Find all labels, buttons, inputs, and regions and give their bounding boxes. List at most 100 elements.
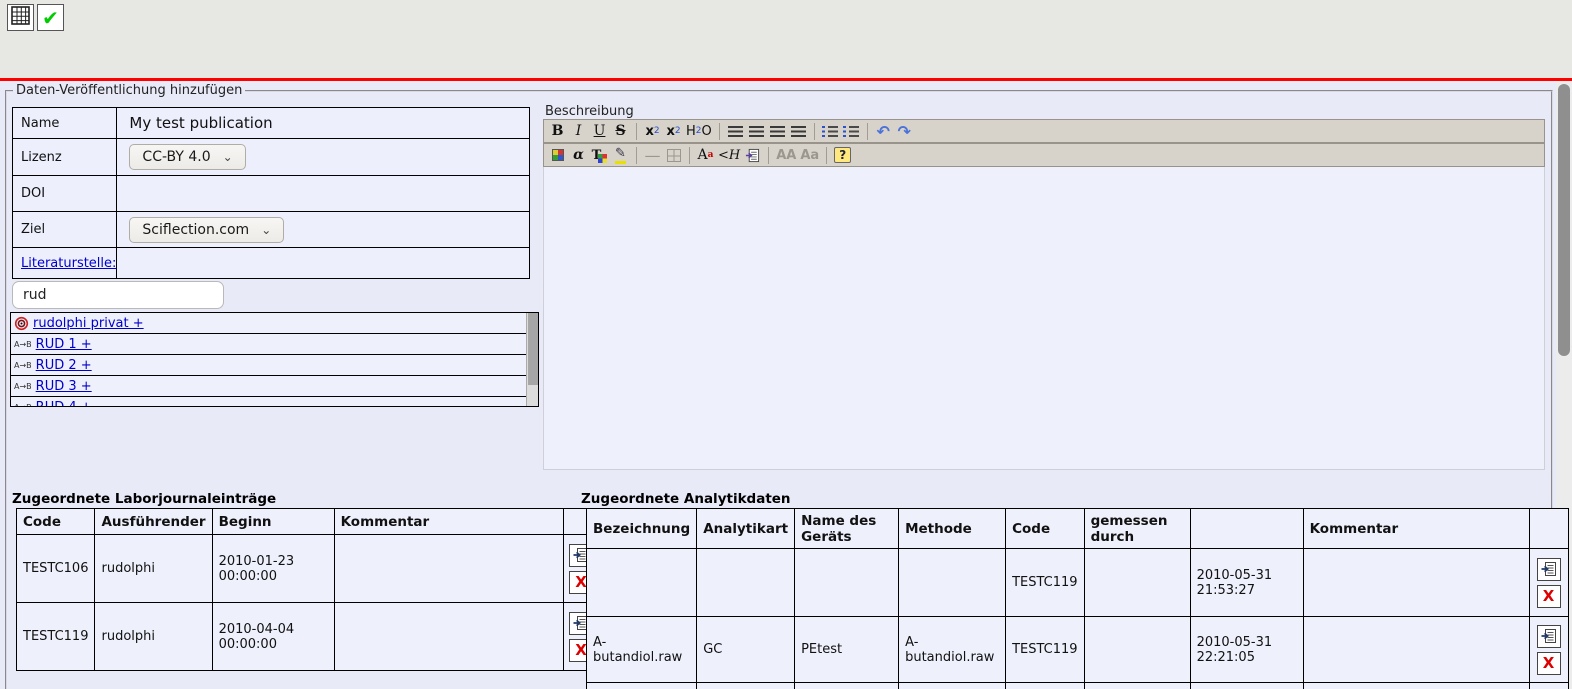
cell-geraet: PEtest (795, 617, 899, 683)
delete-button[interactable]: X (1537, 585, 1561, 608)
html-source-icon[interactable]: <H (716, 145, 742, 166)
toolbar-separator (826, 147, 827, 164)
cell-bezeichnung: A-butandiol.raw (587, 617, 697, 683)
toolbar-separator (814, 123, 815, 140)
cell-ausfuehrender: rudolphi (95, 535, 212, 603)
list-item[interactable]: A→B RUD 4 + (11, 397, 526, 406)
superscript-icon[interactable]: x2 (663, 121, 684, 142)
cell-code: TESTC119 (1006, 549, 1084, 617)
insert-symbol-icon[interactable] (547, 145, 568, 166)
suggestion-scrollbar-thumb[interactable] (528, 313, 538, 385)
name-value: My test publication (129, 114, 272, 132)
redo-icon[interactable]: ↷ (894, 121, 915, 142)
cell-analytikart: GC (697, 617, 795, 683)
spreadsheet-grid-icon (11, 6, 30, 29)
suggestion-scrollbar[interactable] (526, 313, 538, 406)
ziel-selected-value: Sciflection.com (142, 222, 249, 238)
suggestion-link[interactable]: RUD 2 + (36, 358, 92, 373)
suggestion-link[interactable]: rudolphi privat + (33, 316, 144, 331)
publication-form-table: Name My test publication Lizenz CC-BY 4.… (12, 107, 530, 279)
highlighter-icon[interactable]: ✎ (610, 145, 631, 166)
cell-gemessen (1084, 549, 1190, 617)
list-item[interactable]: A→B RUD 2 + (11, 355, 526, 376)
open-entry-button[interactable] (1537, 558, 1561, 581)
toolbar-separator (636, 123, 637, 140)
cell-kommentar (1303, 617, 1529, 683)
col-header (1529, 509, 1568, 549)
analytics-table: Bezeichnung Analytikart Name des Geräts … (586, 508, 1569, 689)
delete-button[interactable]: X (1537, 652, 1561, 675)
align-left-icon[interactable] (725, 121, 746, 142)
literaturstelle-link[interactable]: Literaturstelle: (21, 256, 116, 271)
bold-icon[interactable]: B (547, 121, 568, 142)
lizenz-label: Lizenz (13, 139, 117, 176)
list-item[interactable]: A→B RUD 1 + (11, 334, 526, 355)
cell-analytikart (697, 549, 795, 617)
open-entry-icon (1541, 561, 1557, 577)
open-entry-button[interactable] (1537, 625, 1561, 648)
undo-icon[interactable]: ↶ (873, 121, 894, 142)
numbered-list-icon[interactable] (841, 121, 862, 142)
name-field[interactable]: My test publication (117, 108, 530, 139)
cell-kommentar (1303, 549, 1529, 617)
confirm-button[interactable]: ✔ (37, 4, 64, 31)
suggestion-link[interactable]: RUD 4 + (36, 400, 92, 407)
a-to-b-icon: A→B (14, 340, 32, 349)
table-row: TESTC119 rudolphi 2010-04-04 00:00:00 X (17, 603, 600, 671)
journal-table-title: Zugeordnete Laborjournaleinträge (12, 491, 276, 507)
search-input[interactable] (12, 281, 224, 309)
greek-alpha-icon[interactable]: α (568, 145, 589, 166)
form-row-name: Name My test publication (13, 108, 530, 139)
literaturstelle-field[interactable] (117, 248, 530, 279)
cell-code: TESTC119 (17, 603, 95, 671)
subscript-icon[interactable]: x2 (642, 121, 663, 142)
table-row (587, 683, 1569, 689)
toolbar-separator (768, 147, 769, 164)
align-justify-icon[interactable] (788, 121, 809, 142)
small-caps-icon[interactable]: Aa (798, 145, 821, 166)
help-icon[interactable]: ? (832, 145, 853, 166)
page: ✔ Daten-Veröffentlichung hinzufügen Name… (0, 0, 1572, 689)
italic-icon[interactable]: I (568, 121, 589, 142)
page-scrollbar-thumb[interactable] (1558, 84, 1570, 356)
strikethrough-icon[interactable]: S (610, 121, 631, 142)
bullet-list-icon[interactable] (820, 121, 841, 142)
underline-icon[interactable]: U (589, 121, 610, 142)
ziel-label: Ziel (13, 212, 117, 248)
editor-content-area[interactable] (543, 167, 1545, 470)
paste-document-icon[interactable] (742, 145, 763, 166)
form-row-ziel: Ziel Sciflection.com ⌄ (13, 212, 530, 248)
col-header: Name des Geräts (795, 509, 899, 549)
table-row: TESTC119 2010-05-31 21:53:27 X (587, 549, 1569, 617)
cell-ausfuehrender: rudolphi (95, 603, 212, 671)
lizenz-selected-value: CC-BY 4.0 (142, 149, 210, 165)
ziel-select[interactable]: Sciflection.com ⌄ (129, 217, 284, 243)
lizenz-select[interactable]: CC-BY 4.0 ⌄ (129, 144, 245, 170)
font-size-icon[interactable]: Aa (695, 145, 716, 166)
green-check-icon: ✔ (42, 8, 59, 28)
insert-table-icon[interactable] (663, 145, 684, 166)
horizontal-rule-icon[interactable]: — (642, 145, 663, 166)
toolbar-separator (719, 123, 720, 140)
doi-field[interactable] (117, 176, 530, 212)
cell-gemessen (1084, 683, 1190, 689)
text-color-icon[interactable]: T (589, 145, 610, 166)
align-center-icon[interactable] (746, 121, 767, 142)
col-header: Code (17, 509, 95, 535)
spreadsheet-button[interactable] (7, 4, 34, 31)
col-header: gemessen durch (1084, 509, 1190, 549)
uppercase-icon[interactable]: AA (774, 145, 798, 166)
open-entry-icon (1541, 628, 1557, 644)
align-right-icon[interactable] (767, 121, 788, 142)
suggestion-link[interactable]: RUD 3 + (36, 379, 92, 394)
delete-x-icon: X (1543, 589, 1555, 604)
cell-bezeichnung (587, 683, 697, 689)
cell-beginn: 2010-01-23 00:00:00 (212, 535, 334, 603)
list-item[interactable]: rudolphi privat + (11, 313, 526, 334)
list-item[interactable]: A→B RUD 3 + (11, 376, 526, 397)
name-label: Name (13, 108, 117, 139)
toolbar-separator (636, 147, 637, 164)
suggestion-link[interactable]: RUD 1 + (36, 337, 92, 352)
a-to-b-icon: A→B (14, 382, 32, 391)
chemical-formula-icon[interactable]: H2O (684, 121, 714, 142)
